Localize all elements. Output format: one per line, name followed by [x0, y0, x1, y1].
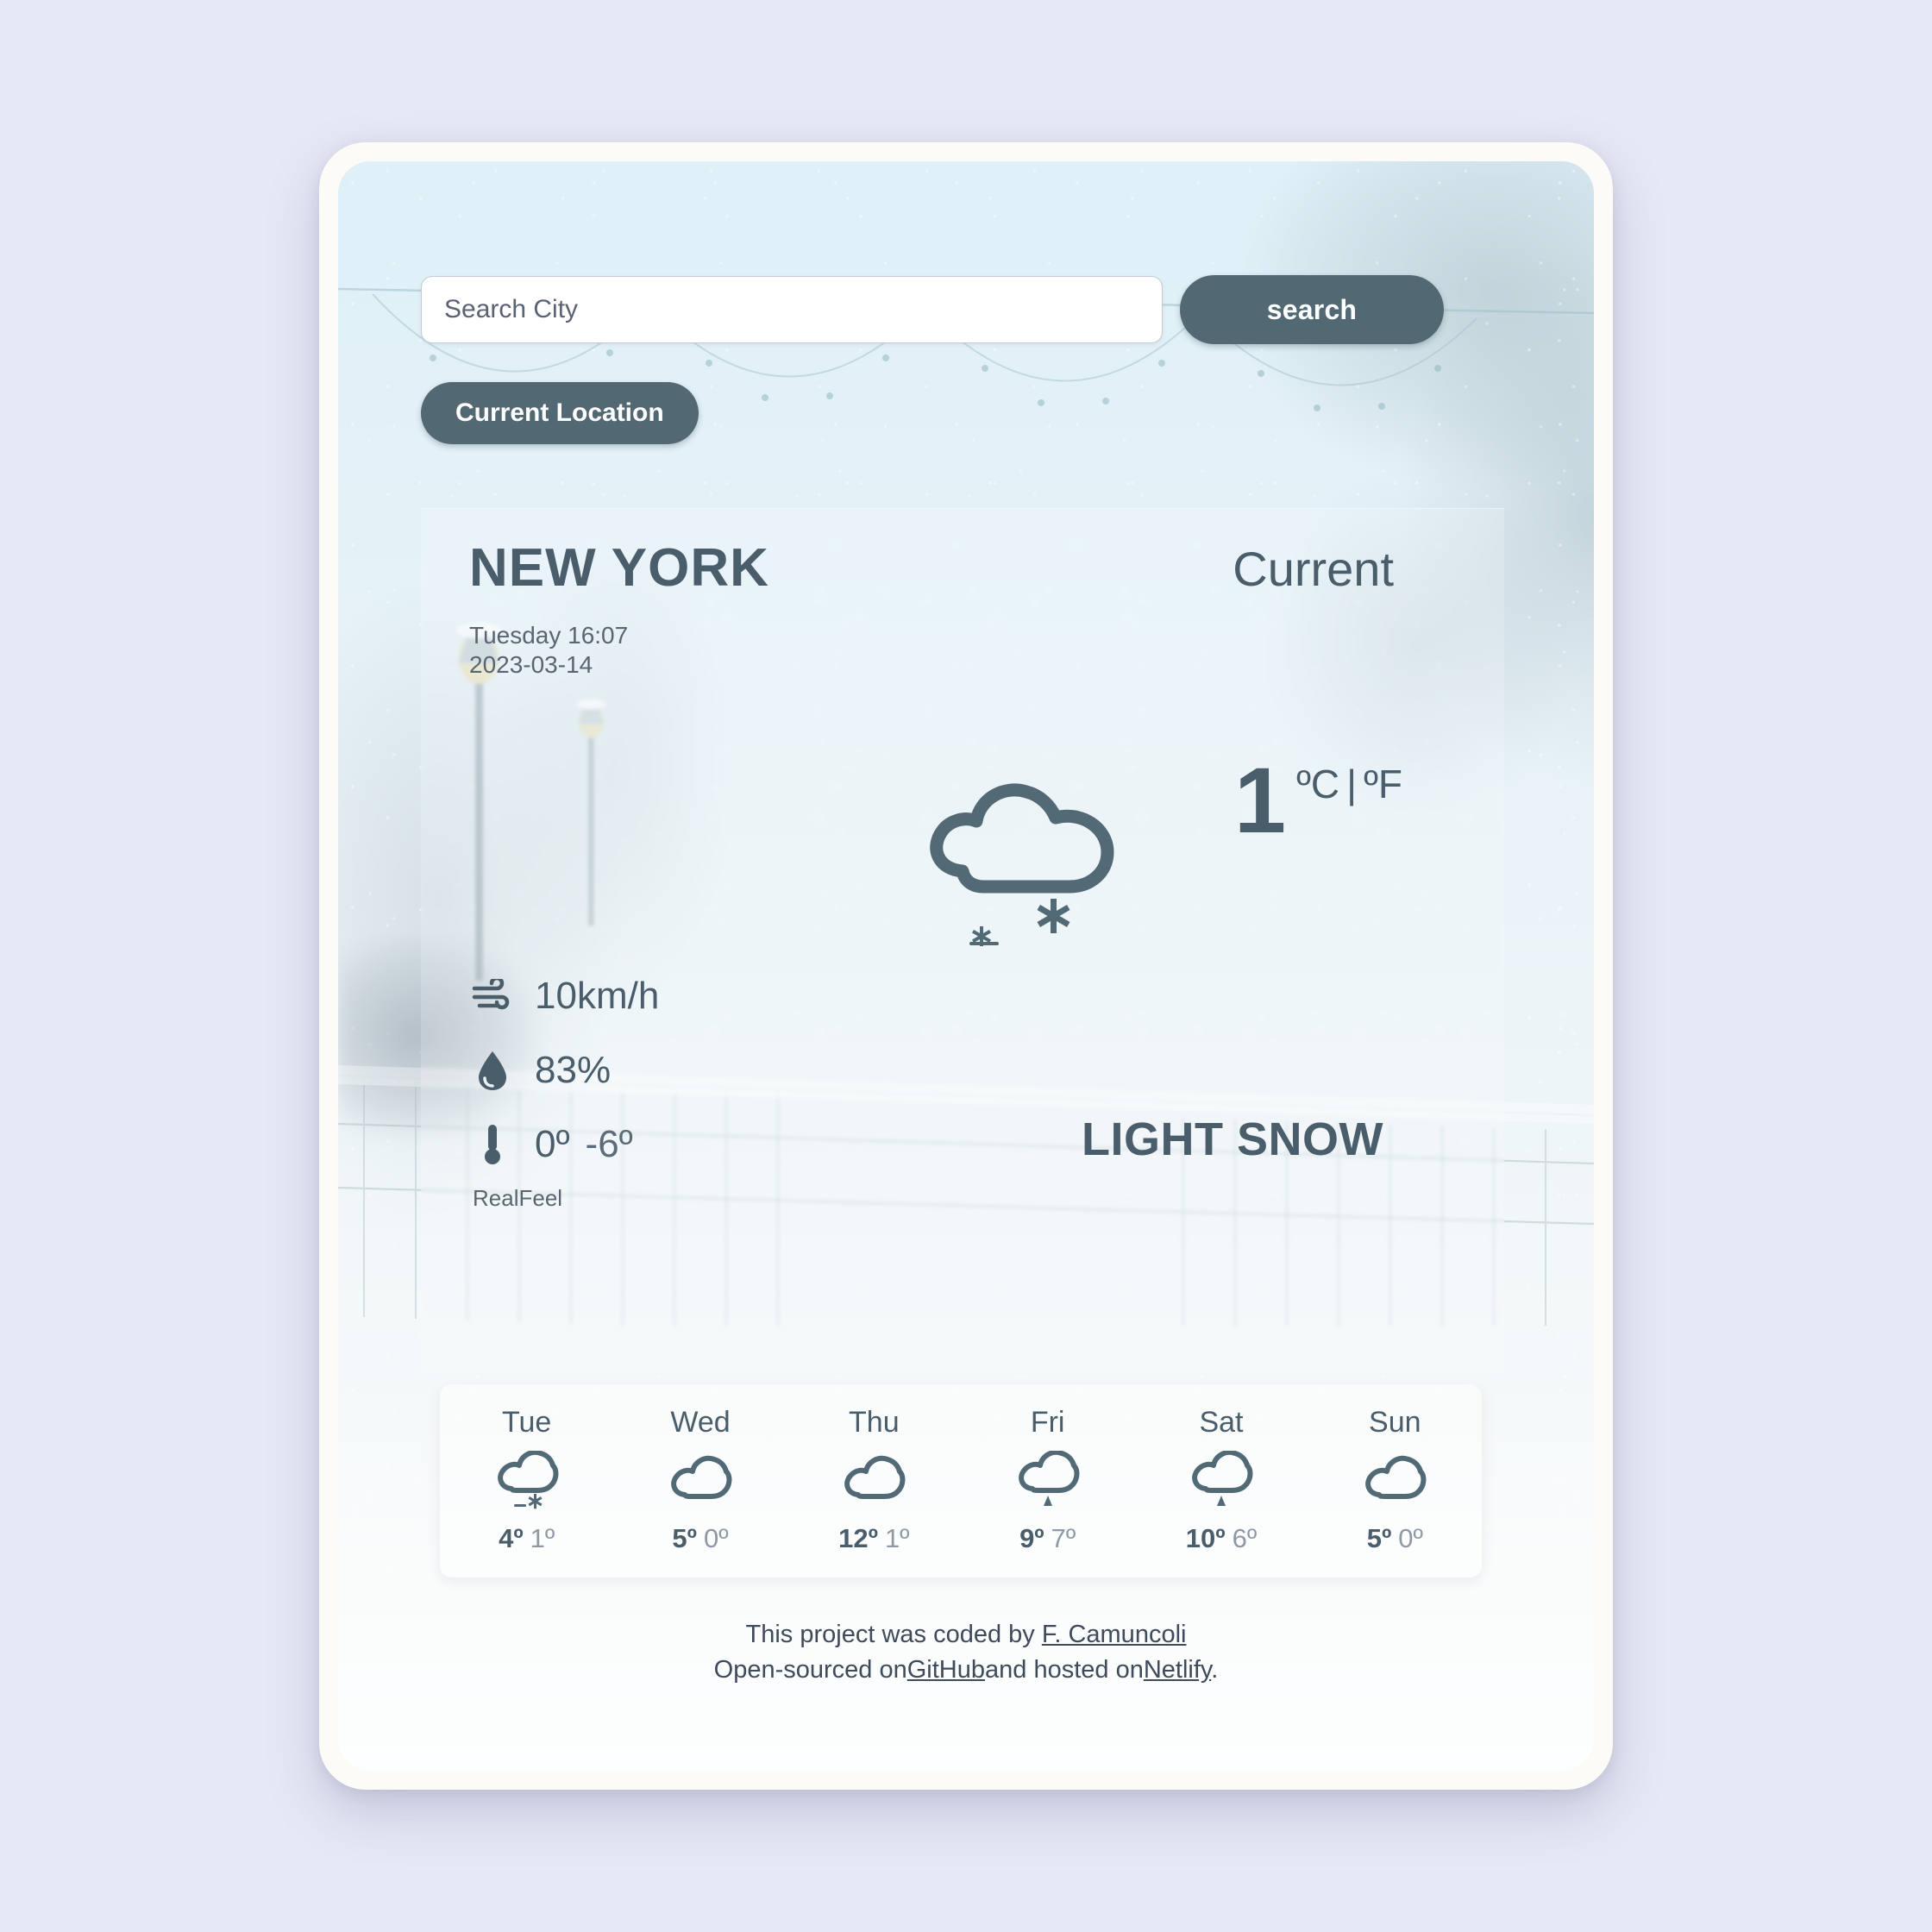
page-root: search Current Location NEW YORK Tuesday…	[0, 0, 1932, 1932]
current-date: 2023-03-14	[469, 651, 593, 679]
celsius-link[interactable]: ºC	[1296, 762, 1339, 806]
forecast-day-temps: 5º 0º	[1308, 1523, 1482, 1554]
forecast-day[interactable]: Sat 10º 6º	[1134, 1408, 1308, 1554]
thermometer-icon	[469, 1122, 516, 1167]
author-link[interactable]: F. Camuncoli	[1042, 1621, 1187, 1648]
humidity-row: 83%	[469, 1033, 659, 1107]
current-weather-panel: NEW YORK Tuesday 16:07 2023-03-14 Curren…	[421, 508, 1504, 1372]
wind-value: 10km/h	[535, 975, 660, 1017]
forecast-day-name: Fri	[1030, 1406, 1065, 1439]
fahrenheit-link[interactable]: ºF	[1364, 762, 1402, 806]
realfeel-low: -6º	[585, 1123, 633, 1165]
forecast-day[interactable]: Tue 4º 1º	[440, 1408, 613, 1554]
realfeel-values: 0º -6º	[535, 1123, 633, 1166]
footer-source-middle: and hosted on	[985, 1656, 1144, 1684]
cloud-icon	[787, 1447, 961, 1515]
forecast-low: 6º	[1232, 1523, 1258, 1553]
search-input[interactable]	[421, 276, 1163, 343]
app-window: search Current Location NEW YORK Tuesday…	[338, 161, 1594, 1771]
footer-source-suffix: .	[1211, 1656, 1219, 1684]
cloud-icon	[613, 1447, 787, 1515]
search-bar: search	[421, 275, 1444, 344]
forecast-high: 5º	[672, 1523, 697, 1553]
cloud-icon	[1308, 1447, 1482, 1515]
droplet-icon	[469, 1050, 516, 1091]
weather-metrics: 10km/h 83% 0º -6º RealFeel	[469, 959, 659, 1212]
city-info-block: NEW YORK Tuesday 16:07 2023-03-14	[469, 542, 769, 680]
rain-cloud-icon	[961, 1447, 1134, 1515]
snow-cloud-icon	[440, 1447, 613, 1515]
realfeel-label: RealFeel	[473, 1185, 563, 1211]
netlify-link[interactable]: Netlify	[1144, 1656, 1211, 1684]
content-layer: search Current Location NEW YORK Tuesday…	[338, 161, 1594, 1771]
temperature-value: 1	[1234, 748, 1287, 852]
forecast-day[interactable]: Sun 5º 0º	[1308, 1408, 1482, 1554]
forecast-day-name: Thu	[849, 1406, 900, 1439]
snow-cloud-icon	[930, 783, 1114, 946]
wind-row: 10km/h	[469, 959, 659, 1033]
footer-source-prefix: Open-sourced on	[713, 1656, 907, 1684]
humidity-value: 83%	[535, 1049, 612, 1091]
forecast-strip: Tue 4º 1º Wed 5º 0º Thu 12º 1º Fri 9º 7º Sat 10º…	[440, 1384, 1482, 1578]
forecast-high: 5º	[1366, 1523, 1392, 1553]
footer: This project was coded by F. Camuncoli O…	[338, 1617, 1594, 1688]
forecast-day[interactable]: Thu 12º 1º	[787, 1408, 961, 1554]
current-location-button[interactable]: Current Location	[421, 382, 699, 444]
forecast-day-name: Tue	[502, 1406, 552, 1439]
forecast-day-name: Sun	[1369, 1406, 1421, 1439]
realfeel-row: 0º -6º	[469, 1107, 659, 1182]
footer-line-1: This project was coded by F. Camuncoli	[338, 1617, 1594, 1653]
forecast-high: 12º	[838, 1523, 878, 1553]
search-button[interactable]: search	[1180, 275, 1444, 344]
forecast-day-temps: 4º 1º	[440, 1523, 613, 1554]
forecast-low: 1º	[530, 1523, 555, 1553]
weather-condition: LIGHT SNOW	[1082, 1113, 1383, 1165]
unit-toggle: ºC | ºF	[1296, 761, 1402, 807]
panel-mode-label: Current	[1233, 542, 1394, 596]
app-card-frame: search Current Location NEW YORK Tuesday…	[319, 142, 1613, 1790]
forecast-day[interactable]: Fri 9º 7º	[961, 1408, 1134, 1554]
forecast-high: 10º	[1185, 1523, 1226, 1553]
wind-icon	[469, 979, 516, 1013]
forecast-day-temps: 9º 7º	[961, 1523, 1134, 1554]
rain-cloud-icon	[1134, 1447, 1308, 1515]
forecast-day-temps: 12º 1º	[787, 1523, 961, 1554]
forecast-high: 9º	[1019, 1523, 1044, 1553]
forecast-day-temps: 5º 0º	[613, 1523, 787, 1554]
temperature-block: 1 ºC | ºF	[1234, 748, 1402, 852]
forecast-day[interactable]: Wed 5º 0º	[613, 1408, 787, 1554]
current-time: Tuesday 16:07	[469, 622, 629, 649]
footer-credit-prefix: This project was coded by	[745, 1621, 1042, 1648]
realfeel-high: 0º	[535, 1123, 570, 1165]
forecast-high: 4º	[499, 1523, 524, 1553]
forecast-day-temps: 10º 6º	[1134, 1523, 1308, 1554]
unit-separator: |	[1346, 762, 1358, 806]
forecast-low: 1º	[884, 1523, 910, 1553]
city-name: NEW YORK	[469, 538, 769, 598]
forecast-day-name: Wed	[670, 1406, 731, 1439]
forecast-low: 0º	[1398, 1523, 1423, 1553]
footer-line-2: Open-sourced onGitHuband hosted onNetlif…	[338, 1653, 1594, 1688]
forecast-low: 7º	[1051, 1523, 1076, 1553]
github-link[interactable]: GitHub	[907, 1656, 985, 1684]
forecast-low: 0º	[703, 1523, 729, 1553]
forecast-day-name: Sat	[1199, 1406, 1244, 1439]
